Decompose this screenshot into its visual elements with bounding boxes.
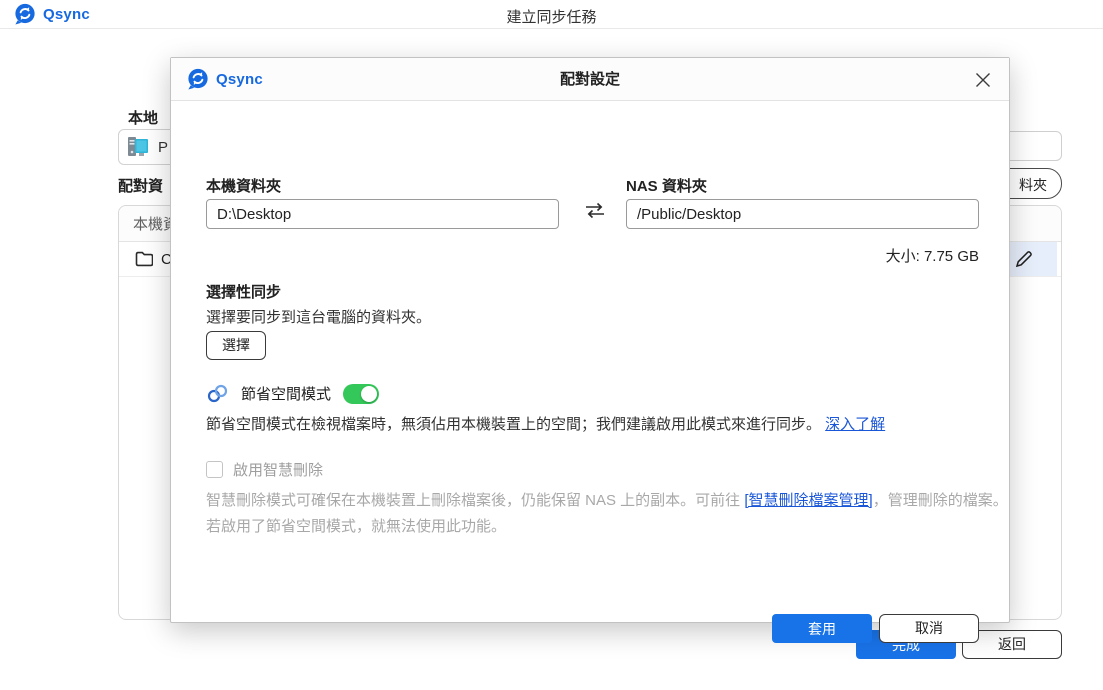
dialog-body: 本機資料夾 NAS 資料夾 大小: 7.75 GB 選擇性同步 選擇要同步到這台… xyxy=(171,101,1009,623)
smart-delete-description-suffix: ，管理刪除的檔案。 xyxy=(873,492,1008,509)
folder-icon xyxy=(135,251,153,267)
paired-folders-label: 配對資 xyxy=(118,175,163,196)
selective-sync-title: 選擇性同步 xyxy=(206,281,281,302)
manage-smart-delete-link[interactable]: [智慧刪除檔案管理] xyxy=(744,492,872,509)
space-saving-description: 節省空間模式在檢視檔案時，無須佔用本機裝置上的空間；我們建議啟用此模式來進行同步… xyxy=(206,413,885,434)
learn-more-link[interactable]: 深入了解 xyxy=(825,416,885,433)
nas-folder-input[interactable] xyxy=(626,199,979,229)
space-saving-title: 節省空間模式 xyxy=(241,383,331,404)
row-action-cell[interactable] xyxy=(1009,242,1057,276)
dialog-brand: Qsync xyxy=(187,68,263,90)
dialog-header: Qsync 配對設定 xyxy=(171,58,1009,101)
local-section-label: 本地 xyxy=(128,107,158,128)
dialog-app-name: Qsync xyxy=(216,71,263,88)
edit-icon xyxy=(1013,248,1035,270)
toggle-knob xyxy=(361,386,377,402)
local-folder-input[interactable] xyxy=(206,199,559,229)
link-icon xyxy=(206,382,229,405)
cancel-button[interactable]: 取消 xyxy=(879,614,979,643)
choose-button[interactable]: 選擇 xyxy=(206,331,266,360)
smart-delete-description: 智慧刪除模式可確保在本機裝置上刪除檔案後，仍能保留 NAS 上的副本。可前往 [… xyxy=(206,489,1008,510)
smart-delete-label: 啟用智慧刪除 xyxy=(233,459,323,480)
smart-delete-note: 若啟用了節省空間模式，就無法使用此功能。 xyxy=(206,515,506,536)
selective-sync-description: 選擇要同步到這台電腦的資料夾。 xyxy=(206,306,431,327)
smart-delete-description-prefix: 智慧刪除模式可確保在本機裝置上刪除檔案後，仍能保留 NAS 上的副本。可前往 xyxy=(206,492,744,509)
local-folder-label: 本機資料夾 xyxy=(206,175,281,196)
qsync-app: Qsync 建立同步任務 本地 P 配對資 料夾 本機資 C xyxy=(0,0,1103,690)
app-topbar: Qsync 建立同步任務 xyxy=(0,0,1103,29)
dialog-title: 配對設定 xyxy=(171,58,1009,101)
space-saving-description-text: 節省空間模式在檢視檔案時，無須佔用本機裝置上的空間；我們建議啟用此模式來進行同步… xyxy=(206,416,825,433)
space-saving-toggle[interactable] xyxy=(343,384,379,404)
computer-icon xyxy=(127,135,149,159)
device-name: P xyxy=(158,139,168,156)
window-title: 建立同步任務 xyxy=(0,6,1103,27)
size-text: 大小: 7.75 GB xyxy=(626,245,979,266)
apply-button[interactable]: 套用 xyxy=(772,614,872,643)
smart-delete-row: 啟用智慧刪除 xyxy=(206,459,323,480)
swap-arrows-icon xyxy=(583,201,607,226)
space-saving-row: 節省空間模式 xyxy=(206,382,379,405)
pairing-settings-dialog: Qsync 配對設定 本機資料夾 NAS 資料夾 大小: 7.75 GB xyxy=(170,57,1010,623)
nas-folder-label: NAS 資料夾 xyxy=(626,175,707,196)
smart-delete-checkbox[interactable] xyxy=(206,461,223,478)
close-icon[interactable] xyxy=(971,68,995,92)
qsync-logo-icon xyxy=(187,68,209,90)
